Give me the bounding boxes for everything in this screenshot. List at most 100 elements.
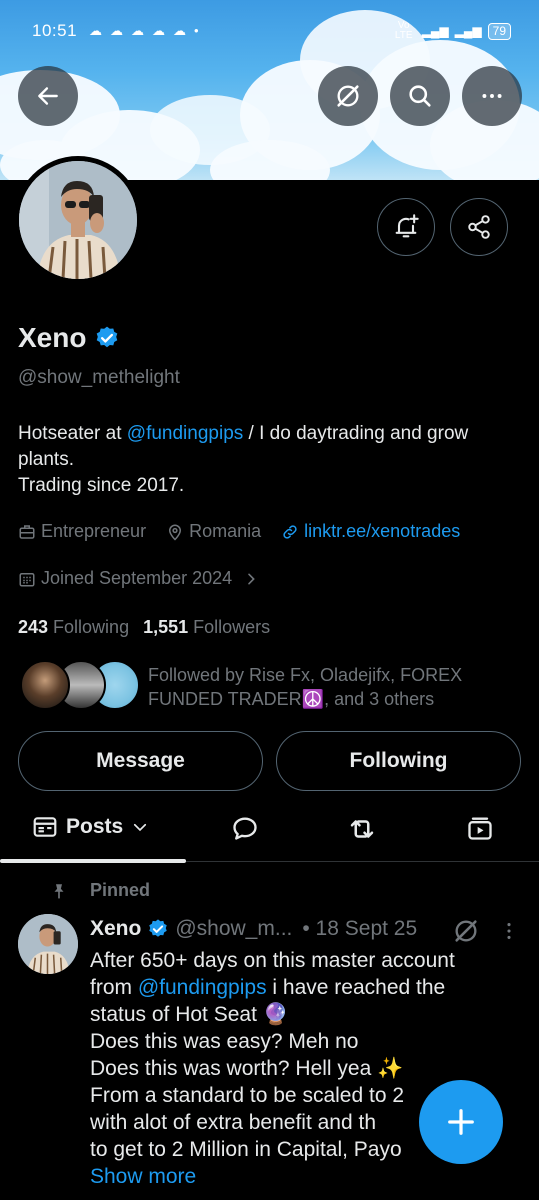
post-avatar-photo xyxy=(18,914,78,974)
following-count-link[interactable]: 243 Following xyxy=(18,617,129,638)
post-line: from xyxy=(90,976,138,999)
avatar-photo xyxy=(19,161,137,279)
pinned-label-row: Pinned xyxy=(50,880,150,901)
compose-post-button[interactable] xyxy=(419,1080,503,1164)
post-line: Does this was worth? Hell yea ✨ xyxy=(90,1057,404,1080)
share-icon xyxy=(468,215,490,239)
tab-replies[interactable] xyxy=(231,814,259,842)
verified-badge-icon xyxy=(149,919,168,937)
notification-icons: ☁ ☁ ☁ ☁ ☁ • xyxy=(89,23,199,39)
profile-handle: @show_methelight xyxy=(18,367,180,388)
joined-text: Joined September 2024 xyxy=(41,568,233,588)
share-button[interactable] xyxy=(450,198,508,256)
joined-item[interactable]: Joined September 2024 xyxy=(18,568,259,589)
followed-by-text[interactable]: Followed by Rise Fx, Oladejifx, FOREX FU… xyxy=(148,663,518,711)
repost-icon xyxy=(350,820,374,838)
post-author-name[interactable]: Xeno xyxy=(90,917,141,941)
status-time: 10:51 xyxy=(32,21,78,40)
post-author-handle[interactable]: @show_m... xyxy=(175,917,292,941)
back-arrow-icon xyxy=(38,87,58,105)
profession-item: Entrepreneur xyxy=(18,521,146,542)
follow-counts: 243 Following 1,551 Followers xyxy=(18,617,270,638)
signal-icon: ▂▄▆ xyxy=(421,24,449,38)
chevron-down-icon xyxy=(134,823,147,832)
followers-label: Followers xyxy=(193,617,271,637)
website-item[interactable]: linktr.ee/xenotrades xyxy=(281,521,460,542)
location-item: Romania xyxy=(166,521,261,542)
post-line: status of Hot Seat 🔮 xyxy=(90,1003,289,1026)
plus-icon xyxy=(448,1109,474,1135)
signal-icon-2: ▂▄▆ xyxy=(454,24,482,38)
bio-line-2: Trading since 2017. xyxy=(18,475,185,496)
profile-tabs: Posts xyxy=(0,800,539,863)
following-button-label: Following xyxy=(349,749,448,772)
pinned-text: Pinned xyxy=(90,880,151,900)
post-line: i have reached the xyxy=(266,976,446,999)
post-author-avatar[interactable] xyxy=(18,914,78,974)
tab-reposts[interactable] xyxy=(347,814,377,844)
calendar-icon xyxy=(19,572,35,586)
website-link[interactable]: linktr.ee/xenotrades xyxy=(304,521,460,542)
profile-name-text: Xeno xyxy=(18,322,87,353)
post-date[interactable]: • 18 Sept 25 xyxy=(302,917,417,941)
notification-icon: ☁ xyxy=(173,23,187,38)
message-button[interactable]: Message xyxy=(18,731,263,791)
tab-posts-label: Posts xyxy=(66,815,124,838)
following-count: 243 xyxy=(18,617,49,637)
follower-avatar[interactable] xyxy=(20,660,70,710)
profile-avatar[interactable] xyxy=(14,156,142,284)
active-tab-indicator xyxy=(0,859,186,863)
location-pin-icon xyxy=(169,524,182,541)
search-button[interactable] xyxy=(390,66,450,126)
post-line: After 650+ days on this master account xyxy=(90,949,455,972)
followers-count-link[interactable]: 1,551 Followers xyxy=(143,617,270,638)
show-more-link[interactable]: Show more xyxy=(90,1165,196,1188)
bio-text-prefix: Hotseater at xyxy=(18,423,127,444)
post-line: Does this was easy? Meh no xyxy=(90,1030,359,1053)
bell-plus-icon xyxy=(395,214,419,238)
profession-text: Entrepreneur xyxy=(41,521,147,541)
post-more-icon[interactable] xyxy=(498,918,520,944)
post-line: From a standard to be scaled to 2 xyxy=(90,1084,405,1107)
profile-meta-row: Entrepreneur Romania linktr.ee/xenotrade… xyxy=(18,521,460,542)
post-mention-link[interactable]: @fundingpips xyxy=(138,976,267,999)
followers-count: 1,551 xyxy=(143,617,189,637)
posts-icon xyxy=(33,817,57,837)
post-line: with alot of extra benefit and th xyxy=(90,1111,377,1134)
verified-badge-icon[interactable] xyxy=(94,325,120,351)
briefcase-icon xyxy=(19,524,35,539)
search-icon xyxy=(409,85,431,107)
notification-icon: ☁ xyxy=(131,23,145,38)
chevron-right-icon xyxy=(248,573,255,584)
battery-indicator: 79 xyxy=(487,22,511,40)
link-icon xyxy=(283,524,297,539)
grok-button[interactable] xyxy=(318,66,378,126)
following-label: Following xyxy=(53,617,130,637)
grok-post-icon[interactable] xyxy=(452,917,480,945)
bio-mention-link[interactable]: @fundingpips xyxy=(127,423,243,444)
more-options-button[interactable] xyxy=(462,66,522,126)
tab-posts[interactable]: Posts xyxy=(32,814,149,840)
profile-name: Xeno xyxy=(18,322,120,354)
media-icon xyxy=(468,817,492,840)
back-button[interactable] xyxy=(18,66,78,126)
reply-bubble-icon xyxy=(233,817,257,840)
tab-media[interactable] xyxy=(466,814,494,842)
joined-row[interactable]: Joined September 2024 xyxy=(18,568,279,589)
dot-icon: • xyxy=(194,23,199,38)
status-bar: 10:51 ☁ ☁ ☁ ☁ ☁ • Vo LTE ▂▄▆ ▂▄▆ 79 xyxy=(0,0,539,62)
notification-icon: ☁ xyxy=(152,23,166,38)
notifications-button[interactable] xyxy=(377,198,435,256)
profile-bio: Hotseater at @fundingpips / I do daytrad… xyxy=(18,421,518,499)
network-label: Vo LTE xyxy=(394,20,413,41)
grok-icon xyxy=(337,85,359,107)
location-text: Romania xyxy=(189,521,262,541)
message-button-label: Message xyxy=(96,749,185,772)
pin-icon xyxy=(54,883,64,899)
following-button[interactable]: Following xyxy=(276,731,521,791)
more-dots-icon xyxy=(482,94,502,98)
notification-icon: ☁ xyxy=(89,23,103,38)
notification-icon: ☁ xyxy=(110,23,124,38)
post-line: to get to 2 Million in Capital, Payo xyxy=(90,1138,402,1161)
post-header: Xeno @show_m... • 18 Sept 25 xyxy=(90,917,417,941)
